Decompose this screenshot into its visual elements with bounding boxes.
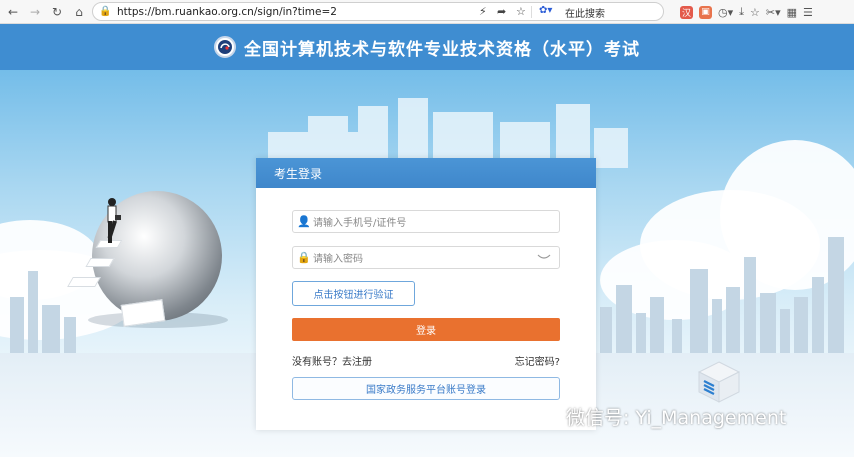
back-icon[interactable]: ← bbox=[4, 3, 22, 21]
search-input[interactable]: 在此搜索 bbox=[565, 5, 605, 20]
page-header: 全国计算机技术与软件专业技术资格（水平）考试 bbox=[0, 24, 854, 70]
login-panel: 考生登录 👤 请输入手机号/证件号 🔒 请输入密码 点击按钮进行验证 登录 没有… bbox=[256, 158, 596, 430]
share-icon[interactable]: ➦ bbox=[497, 5, 506, 18]
login-panel-header: 考生登录 bbox=[256, 158, 596, 188]
download-icon[interactable]: ⤓ bbox=[739, 4, 744, 20]
wechat-watermark: 微信号: Yi_Management bbox=[538, 403, 786, 430]
username-field[interactable]: 👤 请输入手机号/证件号 bbox=[292, 210, 560, 233]
cube-logo-icon bbox=[697, 361, 741, 403]
lock-icon: 🔒 bbox=[297, 251, 311, 264]
forgot-password-link[interactable]: 忘记密码? bbox=[515, 353, 560, 368]
wechat-icon bbox=[538, 408, 560, 425]
history-icon[interactable]: ◷▾ bbox=[718, 4, 733, 20]
reload-icon[interactable]: ↻ bbox=[48, 3, 66, 21]
password-field[interactable]: 🔒 请输入密码 bbox=[292, 246, 560, 269]
paw-icon[interactable]: ✿▾ bbox=[539, 5, 552, 16]
eye-closed-icon[interactable] bbox=[537, 253, 551, 261]
verify-button[interactable]: 点击按钮进行验证 bbox=[292, 281, 415, 306]
star-icon[interactable]: ☆ bbox=[516, 5, 526, 18]
home-icon[interactable]: ⌂ bbox=[70, 3, 88, 21]
screenshot-icon[interactable]: ✂▾ bbox=[766, 4, 781, 20]
exam-logo bbox=[214, 36, 236, 58]
favorites-icon[interactable]: ☆ bbox=[750, 4, 760, 20]
businessman-figure bbox=[107, 198, 121, 243]
browser-toolbar: ← → ↻ ⌂ 🔒 https://bm.ruankao.org.cn/sign… bbox=[0, 0, 854, 24]
lightning-icon[interactable]: ⚡ bbox=[479, 5, 487, 18]
username-placeholder: 请输入手机号/证件号 bbox=[313, 218, 407, 229]
password-placeholder: 请输入密码 bbox=[313, 254, 363, 265]
menu-icon[interactable]: ☰ bbox=[803, 4, 813, 20]
address-bar[interactable]: 🔒 https://bm.ruankao.org.cn/sign/in?time… bbox=[92, 2, 664, 21]
translate-icon[interactable]: 汉 bbox=[680, 5, 693, 19]
user-icon: 👤 bbox=[297, 215, 311, 228]
login-panel-title: 考生登录 bbox=[274, 166, 323, 181]
lock-icon: 🔒 bbox=[99, 6, 112, 17]
extension-icon[interactable]: ▣ bbox=[699, 5, 712, 19]
paper-step bbox=[67, 277, 101, 287]
apps-icon[interactable]: ▦ bbox=[787, 4, 797, 20]
url-text[interactable]: https://bm.ruankao.org.cn/sign/in?time=2 bbox=[117, 6, 337, 18]
watermark-text: 微信号: Yi_Management bbox=[566, 407, 787, 429]
login-button[interactable]: 登录 bbox=[292, 318, 560, 341]
forward-icon[interactable]: → bbox=[26, 3, 44, 21]
register-link[interactable]: 没有账号？去注册 bbox=[292, 353, 372, 368]
gov-platform-login-button[interactable]: 国家政务服务平台账号登录 bbox=[292, 377, 560, 400]
page-title: 全国计算机技术与软件专业技术资格（水平）考试 bbox=[244, 39, 640, 60]
